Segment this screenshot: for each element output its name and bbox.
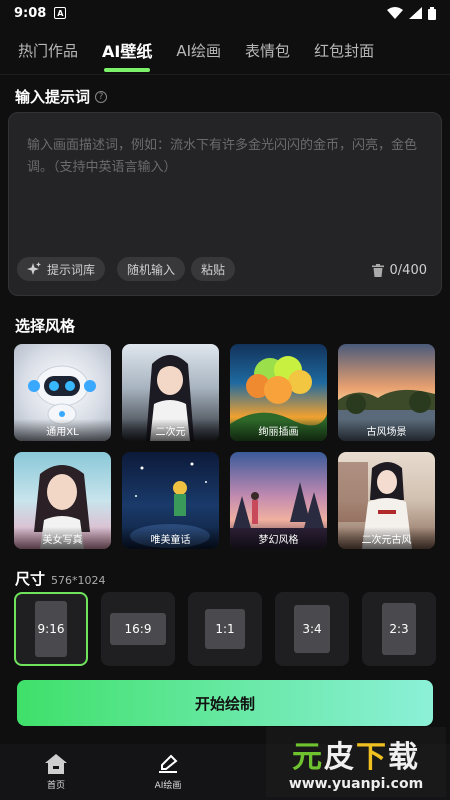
style-card-caption: 二次元 (122, 419, 219, 441)
top-tabs: 热门作品 AI壁纸 AI绘画 表情包 红包封面 (0, 34, 450, 72)
style-card-gorgeous-illustration[interactable]: 绚丽插画 (230, 344, 327, 441)
watermark-logo: 元皮下载 www.yuanpi.com (266, 727, 446, 797)
style-card-caption: 绚丽插画 (230, 419, 327, 441)
watermark-char: 下 (356, 740, 388, 775)
size-resolution: 576*1024 (51, 574, 106, 587)
tab-stickers[interactable]: 表情包 (245, 40, 290, 65)
ratio-preview: 2:3 (382, 603, 416, 655)
tab-hot-works[interactable]: 热门作品 (18, 40, 78, 65)
style-card-anime[interactable]: 二次元 (122, 344, 219, 441)
tab-divider (0, 74, 450, 75)
watermark-char: 元 (292, 740, 324, 775)
char-counter-area: 0/400 (371, 263, 427, 278)
random-input-label: 随机输入 (127, 262, 176, 277)
sparkle-icon (27, 262, 41, 275)
prompt-section-title: 输入提示词 ? (15, 86, 108, 107)
tab-ai-wallpaper[interactable]: AI壁纸 (102, 38, 152, 72)
char-counter: 0/400 (389, 263, 427, 278)
prompt-input[interactable]: 输入画面描述词，例如：流水下有许多金光闪闪的金币，闪亮，金色调。（支持中英语言输… (8, 112, 442, 296)
style-card-beauty-portrait[interactable]: 美女写真 (14, 452, 111, 549)
prompt-placeholder: 输入画面描述词，例如：流水下有许多金光闪闪的金币，闪亮，金色调。（支持中英语言输… (27, 138, 418, 175)
size-option-16-9[interactable]: 16:9 (101, 592, 175, 666)
size-title-text: 尺寸 (15, 570, 46, 588)
style-card-ancient-anime[interactable]: 二次元古风 (338, 452, 435, 549)
style-card-caption: 梦幻风格 (230, 527, 327, 549)
battery-icon (428, 6, 436, 20)
style-card-caption: 二次元古风 (338, 527, 435, 549)
status-time: 9:08 (14, 5, 47, 21)
style-card-dreamy[interactable]: 梦幻风格 (230, 452, 327, 549)
size-option-2-3[interactable]: 2:3 (362, 592, 436, 666)
style-card-caption: 古风场景 (338, 419, 435, 441)
nav-home-label: 首页 (46, 780, 65, 791)
status-icons (387, 6, 436, 20)
ratio-preview: 16:9 (110, 613, 166, 645)
style-card-caption: 唯美童话 (122, 527, 219, 549)
nav-ai-painting[interactable]: AI绘画 (112, 744, 224, 800)
brush-icon (159, 754, 178, 773)
style-card-caption: 美女写真 (14, 527, 111, 549)
nav-ai-painting-label: AI绘画 (154, 780, 182, 791)
size-option-9-16[interactable]: 9:16 (14, 592, 88, 666)
watermark-title: 元皮下载 (292, 732, 420, 776)
help-icon[interactable]: ? (95, 90, 108, 103)
paste-button[interactable]: 粘贴 (191, 257, 236, 281)
prompt-library-label: 提示词库 (47, 262, 96, 277)
nav-home[interactable]: 首页 (0, 744, 112, 800)
watermark-url: www.yuanpi.com (288, 776, 424, 792)
wifi-icon (387, 7, 403, 19)
watermark-char: 皮 (324, 740, 356, 775)
size-option-1-1[interactable]: 1:1 (188, 592, 262, 666)
status-bar: 9:08 A (0, 0, 450, 26)
style-card-caption: 通用XL (14, 419, 111, 441)
size-option-3-4[interactable]: 3:4 (275, 592, 349, 666)
tab-ai-painting[interactable]: AI绘画 (176, 40, 221, 65)
style-card-fairy-tale[interactable]: 唯美童话 (122, 452, 219, 549)
style-section-title: 选择风格 (15, 317, 76, 335)
prompt-library-button[interactable]: 提示词库 (17, 257, 106, 281)
home-icon (45, 753, 67, 774)
size-section-title: 尺寸 576*1024 (15, 568, 106, 589)
ratio-preview: 1:1 (205, 609, 245, 649)
trash-icon[interactable] (371, 264, 384, 277)
paste-label: 粘贴 (201, 262, 226, 277)
notification-icon: A (54, 7, 67, 19)
style-card-ancient-scene[interactable]: 古风场景 (338, 344, 435, 441)
watermark-char: 载 (388, 740, 420, 775)
signal-icon (409, 7, 422, 19)
style-card-general-xl[interactable]: 通用XL (14, 344, 111, 441)
tab-red-packet-cover[interactable]: 红包封面 (314, 40, 374, 65)
random-input-button[interactable]: 随机输入 (117, 257, 186, 281)
start-drawing-button[interactable]: 开始绘制 (17, 680, 433, 726)
prompt-title-text: 输入提示词 (15, 88, 91, 106)
ratio-preview: 3:4 (294, 605, 330, 653)
ratio-preview: 9:16 (35, 601, 67, 657)
